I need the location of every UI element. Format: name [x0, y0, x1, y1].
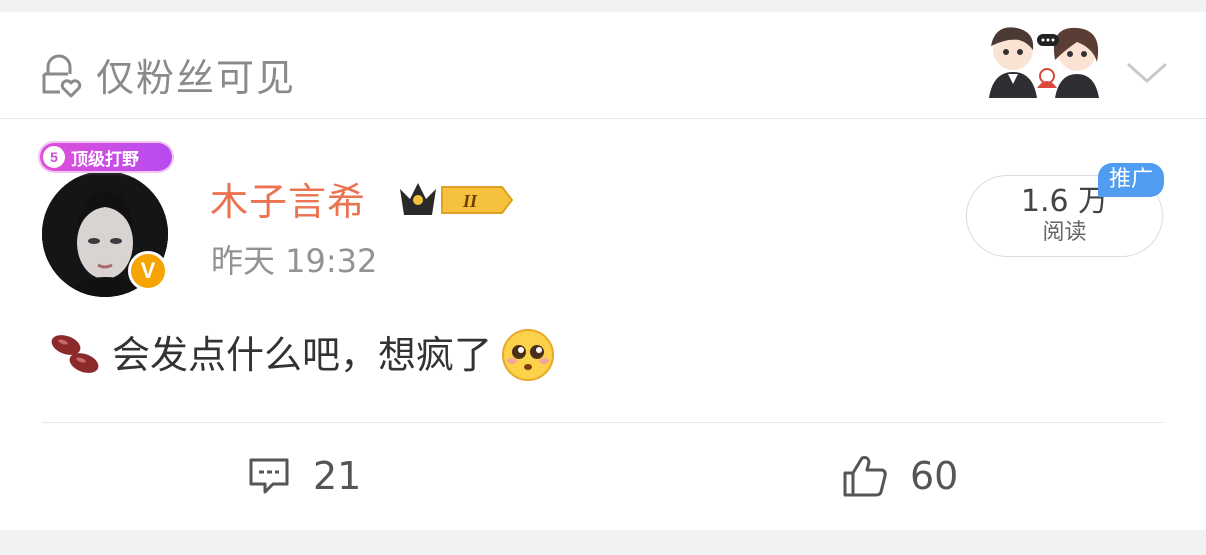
divider: [42, 422, 1164, 423]
medal-badge[interactable]: 5 顶级打野: [40, 143, 172, 171]
post-text: 会发点什么吧，想疯了: [112, 333, 493, 377]
couple-sticker: [989, 27, 1099, 98]
medal-label: 顶级打野: [71, 149, 139, 170]
read-label: 阅读: [1042, 220, 1087, 245]
verified-badge: V: [128, 251, 168, 291]
chevron-down-icon[interactable]: [1126, 60, 1168, 86]
post-card: V 5 顶级打野 木子言希 II 昨天 19:32 1.6 万 阅读 推广 会发…: [0, 119, 1206, 530]
post-time: 昨天 19:32: [211, 242, 378, 280]
visibility-bar[interactable]: 仅粉丝可见: [0, 12, 1206, 119]
promote-badge[interactable]: 推广: [1098, 163, 1164, 197]
visibility-label: 仅粉丝可见: [96, 56, 297, 100]
comment-button[interactable]: 21: [247, 453, 361, 499]
vip-crown-icon[interactable]: II: [398, 181, 516, 219]
comment-icon: [249, 458, 289, 494]
thumbs-up-icon: [843, 456, 887, 497]
post-content[interactable]: 会发点什么吧，想疯了: [46, 329, 556, 381]
top-spacer: [0, 0, 1206, 12]
medal-level-icon: 5: [43, 146, 65, 168]
author-name[interactable]: 木子言希: [210, 179, 366, 225]
like-count: 60: [910, 454, 959, 498]
comment-count: 21: [313, 454, 362, 498]
bottom-spacer: [0, 530, 1206, 555]
svg-text:II: II: [462, 191, 478, 211]
pleading-face-emoji-icon: [502, 329, 555, 381]
beans-emoji-icon: [51, 335, 99, 373]
like-button[interactable]: 60: [842, 453, 958, 499]
lock-heart-icon: [42, 54, 82, 98]
